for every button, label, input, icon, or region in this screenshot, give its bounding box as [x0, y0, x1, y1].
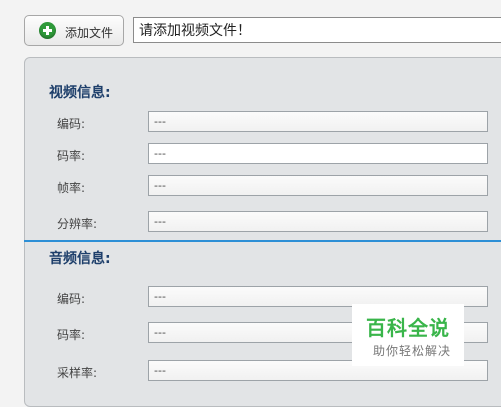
audio-samplerate-label: 采样率: — [57, 366, 98, 380]
audio-info-title: 音频信息: — [49, 251, 111, 267]
video-framerate-field[interactable] — [148, 175, 488, 196]
video-resolution-label: 分辨率: — [57, 217, 98, 231]
watermark-logo: 百科全说 — [366, 316, 450, 340]
video-codec-field[interactable] — [148, 111, 488, 132]
section-divider — [24, 240, 501, 242]
add-file-label: 添加文件 — [65, 26, 114, 40]
audio-bitrate-label: 码率: — [57, 328, 86, 342]
video-bitrate-field[interactable] — [148, 143, 488, 164]
video-info-title: 视频信息: — [49, 85, 111, 101]
watermark-badge: 百科全说 助你轻松解决 — [352, 304, 464, 366]
watermark-tagline: 助你轻松解决 — [373, 344, 452, 358]
add-file-button[interactable]: 添加文件 — [24, 15, 124, 46]
video-framerate-label: 帧率: — [57, 181, 86, 195]
video-bitrate-label: 码率: — [57, 149, 86, 163]
file-path-input[interactable] — [133, 17, 501, 43]
video-resolution-field[interactable] — [148, 211, 488, 232]
plus-circle-icon — [39, 22, 56, 39]
audio-codec-label: 编码: — [57, 292, 86, 306]
video-codec-label: 编码: — [57, 117, 86, 131]
